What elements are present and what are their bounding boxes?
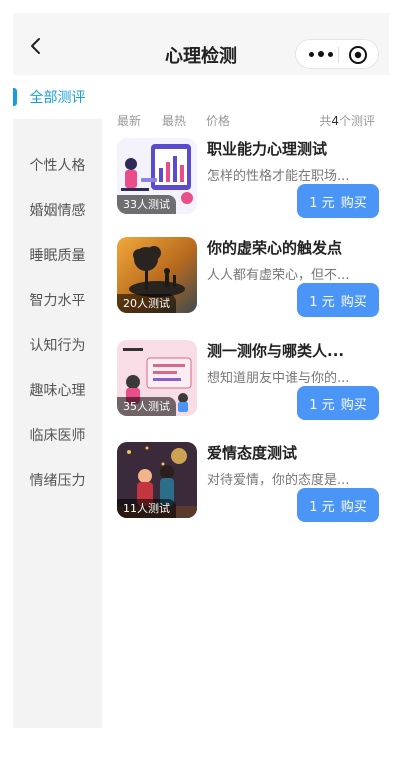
sidebar-item-fun[interactable]: 趣味心理 xyxy=(13,368,102,412)
close-target-icon[interactable] xyxy=(348,45,368,65)
category-sidebar: 全部测评 个性人格 婚姻情感 睡眠质量 智力水平 认知行为 趣味心理 临床医师 … xyxy=(13,75,102,728)
sidebar-item-clinical[interactable]: 临床医师 xyxy=(13,413,102,457)
test-description: 对待爱情，你的态度是... xyxy=(207,473,350,488)
active-indicator xyxy=(13,88,17,106)
buy-price: 1 元 xyxy=(309,294,335,310)
buy-button[interactable]: 1 元购买 xyxy=(297,283,379,317)
mini-program-capsule xyxy=(295,39,379,69)
total-number: 4 xyxy=(331,114,339,128)
sidebar-item-label: 临床医师 xyxy=(29,428,86,444)
sidebar-item-intelligence[interactable]: 智力水平 xyxy=(13,278,102,322)
sidebar-item-label: 个性人格 xyxy=(29,158,86,174)
buy-price: 1 元 xyxy=(309,397,335,413)
buy-button[interactable]: 1 元购买 xyxy=(297,386,379,420)
test-count-badge: 11人测试 xyxy=(117,499,176,518)
total-suffix: 个测评 xyxy=(338,114,375,128)
more-dots-icon[interactable] xyxy=(304,43,338,65)
test-title[interactable]: 职业能力心理测试 xyxy=(207,138,387,159)
sort-price[interactable]: 价格 xyxy=(206,112,230,129)
total-count: 共4个测评 xyxy=(319,112,375,129)
sidebar-item-label: 婚姻情感 xyxy=(29,203,86,219)
test-title[interactable]: 测一测你与哪类人... xyxy=(207,340,387,361)
app-frame: 心理检测 全部测评 个性人格 婚姻情感 睡眠质量 智力水平 认知行为 趣味心理 … xyxy=(13,13,389,728)
test-title[interactable]: 爱情态度测试 xyxy=(207,442,387,463)
sidebar-item-marriage[interactable]: 婚姻情感 xyxy=(13,188,102,232)
sidebar-item-cognition[interactable]: 认知行为 xyxy=(13,323,102,367)
sidebar-item-label: 趣味心理 xyxy=(29,383,86,399)
sidebar-item-label: 智力水平 xyxy=(29,293,86,309)
test-description: 想知道朋友中谁与你的... xyxy=(207,371,350,386)
buy-button[interactable]: 1 元购买 xyxy=(297,488,379,522)
test-count-badge: 20人测试 xyxy=(117,294,176,313)
buy-button[interactable]: 1 元购买 xyxy=(297,184,379,218)
test-description: 人人都有虚荣心，但不... xyxy=(207,268,350,283)
test-cover-image[interactable]: 35人测试 xyxy=(117,340,197,416)
sidebar-item-personality[interactable]: 个性人格 xyxy=(13,143,102,187)
buy-label: 购买 xyxy=(340,397,367,413)
test-count-badge: 35人测试 xyxy=(117,397,176,416)
test-count-badge: 33人测试 xyxy=(117,195,176,214)
list-item[interactable]: 11人测试 爱情态度测试 对待爱情，你的态度是... 1 元购买 xyxy=(117,442,389,526)
nav-header: 心理检测 xyxy=(13,13,389,75)
sidebar-item-label: 睡眠质量 xyxy=(29,248,86,264)
capsule-divider xyxy=(338,47,339,63)
list-item[interactable]: 33人测试 职业能力心理测试 怎样的性格才能在职场... 1 元购买 xyxy=(117,138,389,222)
test-cover-image[interactable]: 11人测试 xyxy=(117,442,197,518)
test-cover-image[interactable]: 33人测试 xyxy=(117,138,197,214)
total-prefix: 共 xyxy=(319,114,332,128)
sidebar-item-emotion[interactable]: 情绪压力 xyxy=(13,458,102,502)
test-title[interactable]: 你的虚荣心的触发点 xyxy=(207,237,387,258)
sidebar-item-label: 认知行为 xyxy=(29,338,86,354)
buy-label: 购买 xyxy=(340,195,367,211)
sidebar-item-sleep[interactable]: 睡眠质量 xyxy=(13,233,102,277)
buy-label: 购买 xyxy=(340,294,367,310)
buy-price: 1 元 xyxy=(309,499,335,515)
test-description: 怎样的性格才能在职场... xyxy=(207,169,350,184)
list-item[interactable]: 35人测试 测一测你与哪类人... 想知道朋友中谁与你的... 1 元购买 xyxy=(117,340,389,424)
list-item[interactable]: 20人测试 你的虚荣心的触发点 人人都有虚荣心，但不... 1 元购买 xyxy=(117,237,389,321)
sidebar-item-all[interactable]: 全部测评 xyxy=(13,75,102,119)
test-cover-image[interactable]: 20人测试 xyxy=(117,237,197,313)
sort-latest[interactable]: 最新 xyxy=(117,112,141,129)
buy-price: 1 元 xyxy=(309,195,335,211)
sidebar-item-label: 全部测评 xyxy=(29,90,86,106)
sidebar-item-label: 情绪压力 xyxy=(29,473,86,489)
buy-label: 购买 xyxy=(340,499,367,515)
sort-hottest[interactable]: 最热 xyxy=(162,112,186,129)
sort-bar: 最新 最热 价格 共4个测评 xyxy=(102,75,389,135)
